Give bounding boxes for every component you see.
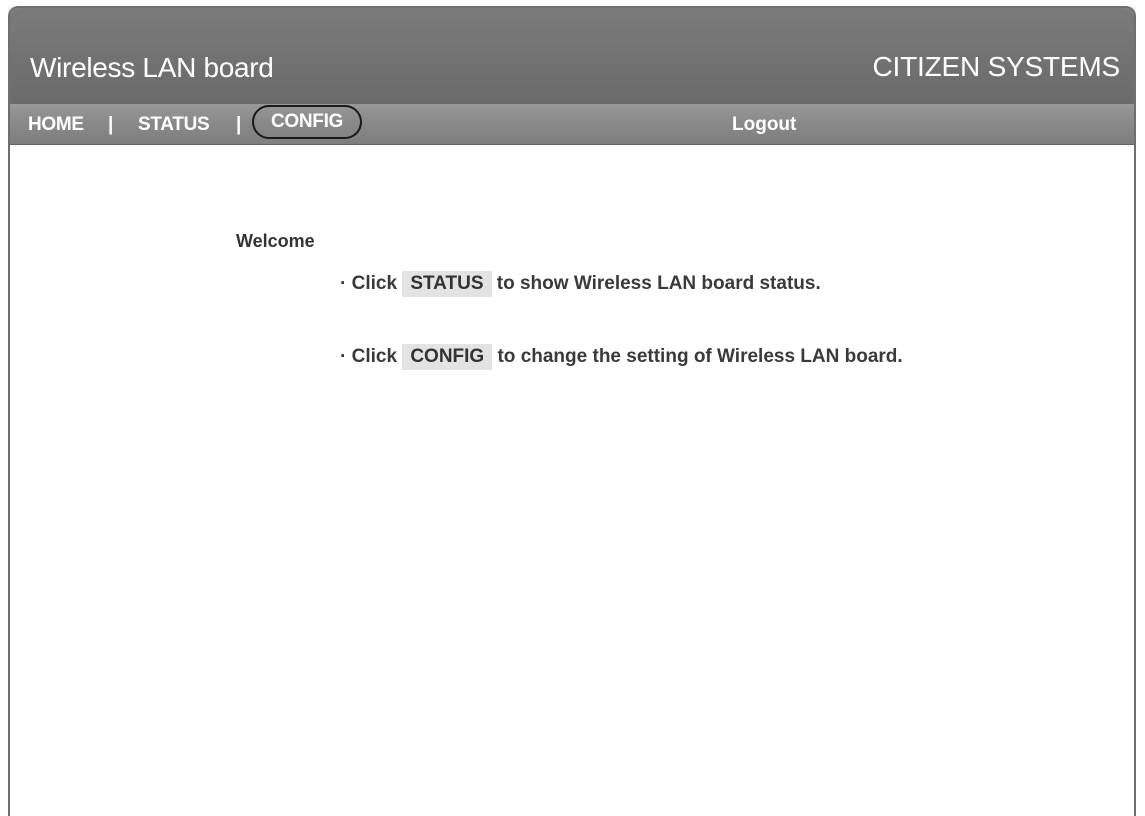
instruction-suffix: to show Wireless LAN board status. (496, 273, 821, 294)
app-header: Wireless LAN board CITIZEN SYSTEMS (10, 8, 1134, 104)
nav-separator: | (108, 114, 114, 135)
welcome-heading: Welcome (236, 231, 315, 251)
status-instruction: · Click STATUS to show Wireless LAN boar… (340, 271, 821, 297)
brand-logo-text: CITIZEN SYSTEMS (872, 51, 1121, 82)
nav-status-link[interactable]: STATUS (138, 114, 210, 136)
bullet: · (340, 273, 347, 294)
browser-window: Wireless LAN board CITIZEN SYSTEMS HOME … (8, 6, 1136, 816)
config-chip-button[interactable]: CONFIG (402, 344, 493, 370)
instruction-prefix: Click (351, 346, 398, 367)
instruction-suffix: to change the setting of Wireless LAN bo… (497, 346, 903, 367)
nav-home-link[interactable]: HOME (28, 114, 84, 136)
nav-bar: HOME | STATUS | CONFIG Logout (10, 104, 1134, 145)
main-content: Welcome · Click STATUS to show Wireless … (10, 145, 1134, 816)
logout-link[interactable]: Logout (732, 114, 796, 136)
nav-separator: | (236, 114, 242, 135)
instruction-prefix: Click (351, 273, 398, 294)
config-instruction: · Click CONFIG to change the setting of … (340, 344, 903, 370)
status-chip-button[interactable]: STATUS (402, 271, 492, 297)
nav-config-link[interactable]: CONFIG (252, 105, 362, 139)
bullet: · (340, 346, 347, 367)
app-title: Wireless LAN board (30, 52, 274, 83)
